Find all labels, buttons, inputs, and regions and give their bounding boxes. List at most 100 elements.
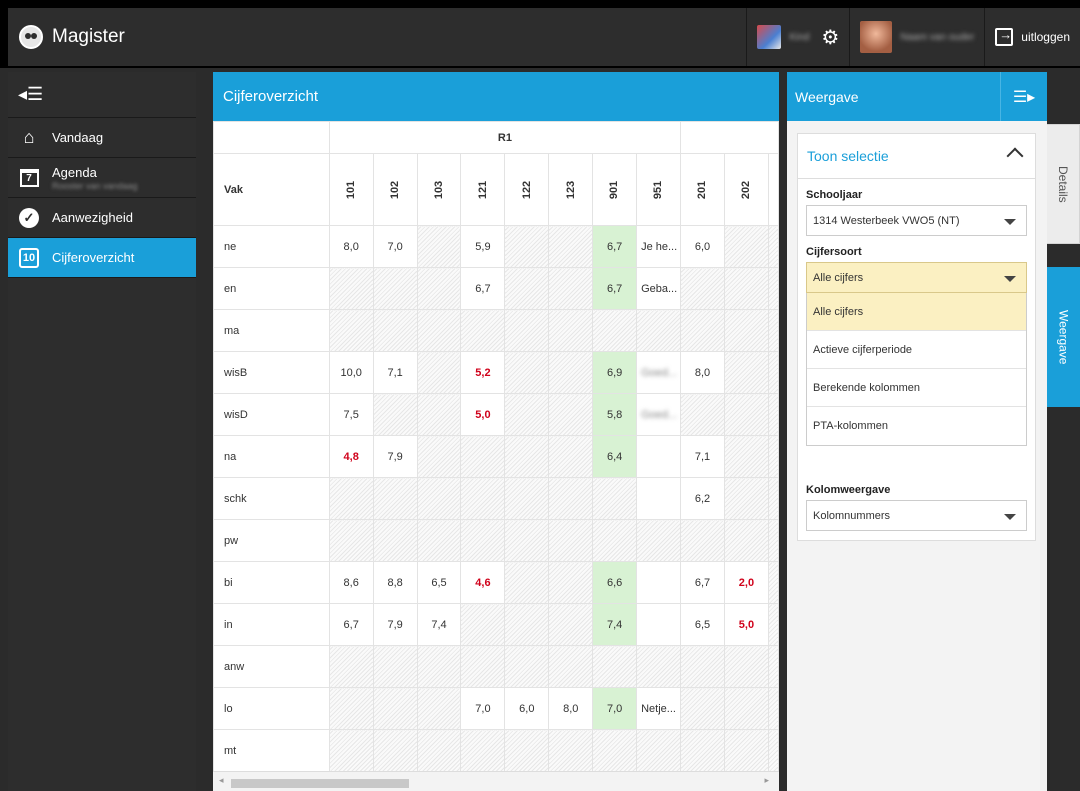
- grade-cell: [416, 393, 462, 436]
- tab-details[interactable]: Details: [1047, 124, 1080, 244]
- grade-cell[interactable]: 5,2: [460, 351, 506, 394]
- table-row[interactable]: wisD 7,5 5,0 5,8 Goed...: [213, 393, 779, 436]
- table-row[interactable]: schk 6,2: [213, 477, 779, 520]
- grade-cell[interactable]: Goed...: [636, 351, 682, 394]
- grade-cell[interactable]: 6,2: [680, 477, 725, 520]
- panel-collapse-icon[interactable]: ☰▸: [1000, 72, 1047, 121]
- grade-cell: [636, 309, 682, 352]
- table-row[interactable]: mt: [213, 729, 779, 771]
- gear-icon[interactable]: ⚙: [821, 25, 839, 50]
- grade-cell: [592, 477, 638, 520]
- kolomweergave-select[interactable]: Kolomnummers: [806, 500, 1027, 531]
- grade-cell[interactable]: 7,0: [372, 225, 418, 268]
- grade-cell[interactable]: 6,6: [592, 561, 638, 604]
- grade-cell[interactable]: 6,7: [328, 603, 374, 646]
- period-header-next: [680, 121, 779, 154]
- table-row[interactable]: en 6,7 6,7 Geba...: [213, 267, 779, 310]
- child-switcher[interactable]: Kind ⚙: [746, 8, 849, 66]
- grade-cell[interactable]: 5,0: [460, 393, 506, 436]
- grade-cell: [460, 603, 506, 646]
- option-berekende-kolommen[interactable]: Berekende kolommen: [807, 369, 1026, 407]
- grade-cell[interactable]: 8,8: [372, 561, 418, 604]
- sidebar-item-vandaag[interactable]: ⌂ Vandaag: [8, 118, 196, 158]
- grade-cell[interactable]: 6,0: [680, 225, 725, 268]
- table-row[interactable]: na 4,8 7,9 6,4 7,1: [213, 435, 779, 478]
- grade-cell[interactable]: 7,9: [372, 435, 418, 478]
- grade-cell: [723, 225, 769, 268]
- grade-cell[interactable]: Netje...: [636, 687, 682, 730]
- grade-cell[interactable]: 7,5: [328, 393, 374, 436]
- grade-cell[interactable]: 5,9: [460, 225, 506, 268]
- schooljaar-select[interactable]: 1314 Westerbeek VWO5 (NT): [806, 205, 1027, 236]
- grade-cell[interactable]: 4,6: [460, 561, 506, 604]
- grade-cell[interactable]: Geba...: [636, 267, 682, 310]
- horizontal-scrollbar[interactable]: ◂ ▸: [213, 771, 779, 791]
- grade-cell: [680, 393, 725, 436]
- logout-button[interactable]: uitloggen: [984, 8, 1080, 66]
- grade-cell: [767, 393, 779, 436]
- sidebar-item-agenda[interactable]: 7 Agenda Rooster van vandaag: [8, 158, 196, 198]
- grade-cell[interactable]: 6,9: [592, 351, 638, 394]
- grade-cell[interactable]: 6,5: [680, 603, 725, 646]
- table-row[interactable]: anw: [213, 645, 779, 688]
- grade-cell[interactable]: 4,8: [328, 435, 374, 478]
- grade-cell: [767, 225, 779, 268]
- home-icon: ⌂: [23, 127, 35, 147]
- sidebar-item-cijferoverzicht[interactable]: 10 Cijferoverzicht: [8, 238, 196, 278]
- grade-cell: [767, 477, 779, 520]
- scrollbar-thumb[interactable]: [231, 779, 409, 788]
- table-row[interactable]: bi 8,6 8,8 6,5 4,6 6,6 6,7 2,0: [213, 561, 779, 604]
- grade-cell[interactable]: 7,9: [372, 603, 418, 646]
- page-title: Cijferoverzicht: [213, 72, 779, 121]
- grade-cell[interactable]: 5,0: [723, 603, 769, 646]
- child-name: Kind: [789, 31, 810, 43]
- grade-cell[interactable]: 6,7: [592, 225, 638, 268]
- option-actieve-cijferperiode[interactable]: Actieve cijferperiode: [807, 331, 1026, 369]
- grade-cell: [504, 393, 550, 436]
- grade-cell[interactable]: Goed...: [636, 393, 682, 436]
- child-avatar: [757, 25, 782, 49]
- grade-cell[interactable]: 6,7: [680, 561, 725, 604]
- cijfersoort-select[interactable]: Alle cijfers: [806, 262, 1027, 293]
- table-row[interactable]: ma: [213, 309, 779, 352]
- brand[interactable]: Magister: [19, 25, 125, 49]
- grade-cell[interactable]: 6,0: [504, 687, 550, 730]
- option-pta-kolommen[interactable]: PTA-kolommen: [807, 407, 1026, 445]
- grade-cell[interactable]: 7,1: [372, 351, 418, 394]
- grade-cell[interactable]: 8,6: [328, 561, 374, 604]
- tab-weergave[interactable]: Weergave: [1047, 267, 1080, 407]
- grade-cell[interactable]: 7,4: [592, 603, 638, 646]
- grade-cell[interactable]: 6,4: [592, 435, 638, 478]
- sidebar-item-aanwezigheid[interactable]: ✓ Aanwezigheid: [8, 198, 196, 238]
- grade-cell[interactable]: 6,7: [460, 267, 506, 310]
- grade-cell[interactable]: 7,4: [416, 603, 462, 646]
- table-row[interactable]: lo 7,0 6,0 8,0 7,0 Netje...: [213, 687, 779, 730]
- sidebar-collapse-icon[interactable]: ◂☰: [8, 72, 196, 118]
- table-row[interactable]: in 6,7 7,9 7,4 7,4 6,5 5,0: [213, 603, 779, 646]
- grade-cell[interactable]: 7,0: [592, 687, 638, 730]
- grade-cell: [636, 603, 682, 646]
- grade-cell[interactable]: 5,8: [592, 393, 638, 436]
- grade-cell[interactable]: 8,0: [328, 225, 374, 268]
- scroll-right-icon[interactable]: ▸: [764, 775, 769, 786]
- grade-cell[interactable]: 2,0: [723, 561, 769, 604]
- option-alle-cijfers[interactable]: Alle cijfers: [807, 293, 1026, 331]
- grade-cell[interactable]: 10,0: [328, 351, 374, 394]
- vak-cell: in: [213, 603, 330, 646]
- grade-cell[interactable]: 8,0: [548, 687, 594, 730]
- grade-cell[interactable]: Je he...: [636, 225, 682, 268]
- user-menu[interactable]: Naam van ouder: [849, 8, 984, 66]
- table-row[interactable]: ne 8,0 7,0 5,9 6,7 Je he... 6,0: [213, 225, 779, 268]
- grade-cell[interactable]: 7,1: [680, 435, 725, 478]
- grade-cell[interactable]: 7,0: [460, 687, 506, 730]
- grade-cell[interactable]: 6,7: [592, 267, 638, 310]
- grade-cell[interactable]: 6,5: [416, 561, 462, 604]
- column-header: 101: [328, 153, 374, 226]
- table-row[interactable]: wisB 10,0 7,1 5,2 6,9 Goed... 8,0: [213, 351, 779, 394]
- table-row[interactable]: pw: [213, 519, 779, 562]
- toon-selectie-toggle[interactable]: Toon selectie: [798, 134, 1035, 179]
- grade-cell[interactable]: 8,0: [680, 351, 725, 394]
- scroll-left-icon[interactable]: ◂: [219, 775, 224, 786]
- vak-cell: mt: [213, 729, 330, 771]
